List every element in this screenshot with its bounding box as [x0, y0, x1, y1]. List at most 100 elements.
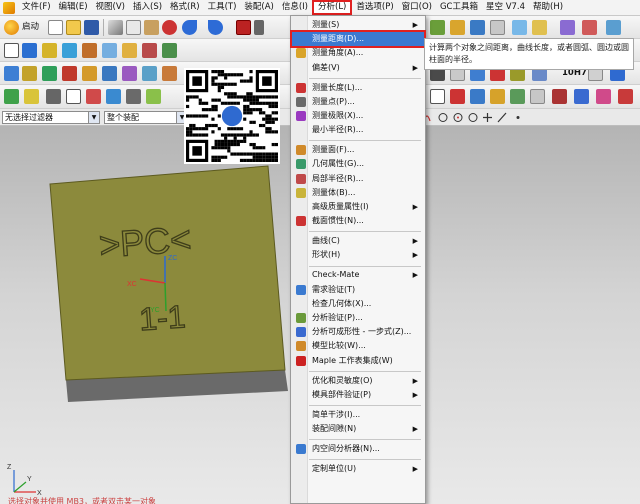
analysis-menu-item-3[interactable]: 偏差(V) ▶ — [292, 61, 424, 75]
cut-icon[interactable] — [108, 20, 123, 35]
tangent-icon[interactable] — [510, 89, 525, 104]
undo-icon[interactable] — [182, 20, 197, 35]
analysis-menu-item-17[interactable]: 需求验证(T) — [292, 283, 424, 297]
center-snap-icon[interactable] — [438, 113, 448, 122]
menu-11[interactable]: GC工具箱 — [436, 0, 482, 15]
circle-icon[interactable] — [106, 89, 121, 104]
copy-icon[interactable] — [126, 20, 141, 35]
menu-3[interactable]: 插入(S) — [129, 0, 166, 15]
cylinder-icon[interactable] — [470, 20, 485, 35]
menu-13[interactable]: 帮助(H) — [529, 0, 567, 15]
start-button-label[interactable]: 启动 — [22, 20, 39, 35]
delete-icon[interactable] — [162, 20, 177, 35]
analysis-menu-item-25[interactable]: 简单干涉(I)... — [292, 408, 424, 422]
section-view-icon[interactable] — [142, 66, 157, 81]
hole-icon[interactable] — [62, 43, 77, 58]
spline-icon[interactable] — [126, 89, 141, 104]
groove-icon[interactable] — [162, 43, 177, 58]
analysis-menu-item-10[interactable]: 局部半径(R)... — [292, 172, 424, 186]
menu-4[interactable]: 格式(R) — [166, 0, 204, 15]
menu-2[interactable]: 视图(V) — [92, 0, 129, 15]
sketch-icon[interactable] — [490, 20, 505, 35]
analysis-menu-item-13[interactable]: 截面惯性(N)... — [292, 214, 424, 228]
point-icon[interactable] — [146, 89, 161, 104]
analysis-menu-item-26[interactable]: 装配间隙(N) ▶ — [292, 422, 424, 436]
analysis-menu-item-5[interactable]: 测量点(P)... — [292, 95, 424, 109]
snap-icon[interactable] — [24, 89, 39, 104]
analysis-menu-item-27[interactable]: 内空间分析器(N)... — [292, 442, 424, 456]
analysis-menu-item-22[interactable]: Maple 工作表集成(W) — [292, 354, 424, 368]
analysis-menu-item-21[interactable]: 模型比较(W)... — [292, 339, 424, 353]
vertical-icon[interactable] — [430, 89, 445, 104]
boss-icon[interactable] — [82, 43, 97, 58]
analysis-menu-item-14[interactable]: 曲线(C) ▶ — [292, 234, 424, 248]
save-icon[interactable] — [84, 20, 99, 35]
selection-scope-dropdown[interactable]: 整个装配 ▼ — [104, 111, 188, 124]
analysis-menu-item-18[interactable]: 检查几何体(X)... — [292, 297, 424, 311]
dimension-icon[interactable] — [552, 89, 567, 104]
perpendicular-icon[interactable] — [490, 89, 505, 104]
open-folder-icon[interactable] — [66, 20, 81, 35]
parallel-icon[interactable] — [470, 89, 485, 104]
fixed-icon[interactable] — [618, 89, 633, 104]
arc-icon[interactable] — [86, 89, 101, 104]
analysis-menu-item-4[interactable]: 测量长度(L)... — [292, 81, 424, 95]
check-icon[interactable] — [4, 89, 19, 104]
line-icon[interactable] — [46, 89, 61, 104]
constraint-icon[interactable] — [530, 89, 545, 104]
pocket-icon[interactable] — [102, 43, 117, 58]
analysis-menu-item-1[interactable]: 测量距离(D)... — [290, 30, 426, 49]
analysis-menu-item-0[interactable]: 测量(S) ▶ — [292, 18, 424, 32]
offset-face-icon[interactable] — [582, 20, 597, 35]
yc-axis[interactable] — [164, 282, 167, 312]
block-icon[interactable] — [450, 20, 465, 35]
menu-0[interactable]: 文件(F) — [18, 0, 55, 15]
analysis-menu-item-2[interactable]: 测量角度(A)... — [292, 46, 424, 60]
datum-icon[interactable] — [512, 20, 527, 35]
analysis-menu-item-19[interactable]: 分析验证(P)... — [292, 311, 424, 325]
menu-5[interactable]: 工具(T) — [204, 0, 241, 15]
repeat-command-icon[interactable] — [236, 20, 251, 35]
feature-icon[interactable] — [430, 20, 445, 35]
display-icon[interactable] — [62, 66, 77, 81]
analysis-menu-item-6[interactable]: 测量极限(X)... — [292, 109, 424, 123]
analysis-menu-item-15[interactable]: 形状(H) ▶ — [292, 248, 424, 262]
menu-1[interactable]: 编辑(E) — [55, 0, 92, 15]
move-face-icon[interactable] — [606, 20, 621, 35]
menu-6[interactable]: 装配(A) — [240, 0, 277, 15]
hide-icon[interactable] — [82, 66, 97, 81]
point-snap-icon[interactable] — [483, 113, 492, 122]
analysis-menu-item-7[interactable]: 最小半径(R)... — [292, 123, 424, 137]
menu-7[interactable]: 信息(I) — [278, 0, 312, 15]
menu-12[interactable]: 星空 V7.4 — [482, 0, 529, 15]
analysis-menu-item-16[interactable]: Check-Mate ▶ — [292, 268, 424, 282]
wcs-icon[interactable] — [4, 66, 19, 81]
redo-icon[interactable] — [208, 20, 223, 35]
analysis-menu-item-12[interactable]: 高级质量属性(I) ▶ — [292, 200, 424, 214]
part-top-face[interactable] — [49, 165, 286, 381]
analysis-menu-item-8[interactable]: 测量面(F)... — [292, 143, 424, 157]
analysis-menu-item-11[interactable]: 测量体(B)... — [292, 186, 424, 200]
analysis-menu-item-28[interactable]: 定制单位(U) ▶ — [292, 462, 424, 476]
orient-icon[interactable] — [42, 66, 57, 81]
sync-modeling-icon[interactable] — [560, 20, 575, 35]
existing-point-snap-icon[interactable] — [516, 116, 520, 119]
chevron-down-icon[interactable]: ▼ — [88, 112, 99, 123]
tangent-snap-icon[interactable] — [468, 113, 478, 122]
analysis-menu-item-24[interactable]: 模具部件验证(P) ▶ — [292, 388, 424, 402]
sketch-frame-icon[interactable] — [4, 43, 19, 58]
new-file-icon[interactable] — [48, 20, 63, 35]
start-icon[interactable] — [4, 20, 19, 35]
show-icon[interactable] — [102, 66, 117, 81]
extrude-icon[interactable] — [22, 43, 37, 58]
pad-icon[interactable] — [122, 43, 137, 58]
horizontal-icon[interactable] — [450, 89, 465, 104]
type-filter-dropdown[interactable]: 无选择过滤器 ▼ — [2, 111, 100, 124]
menu-9[interactable]: 首选项(P) — [352, 0, 397, 15]
menu-10[interactable]: 窗口(O) — [398, 0, 436, 15]
layer-icon[interactable] — [22, 66, 37, 81]
dropdown-chevron-icon[interactable] — [254, 20, 264, 35]
analysis-menu-item-9[interactable]: 几何属性(G)... — [292, 157, 424, 171]
analysis-menu-item-23[interactable]: 优化和灵敏度(O) ▶ — [292, 374, 424, 388]
pattern-icon[interactable] — [532, 20, 547, 35]
